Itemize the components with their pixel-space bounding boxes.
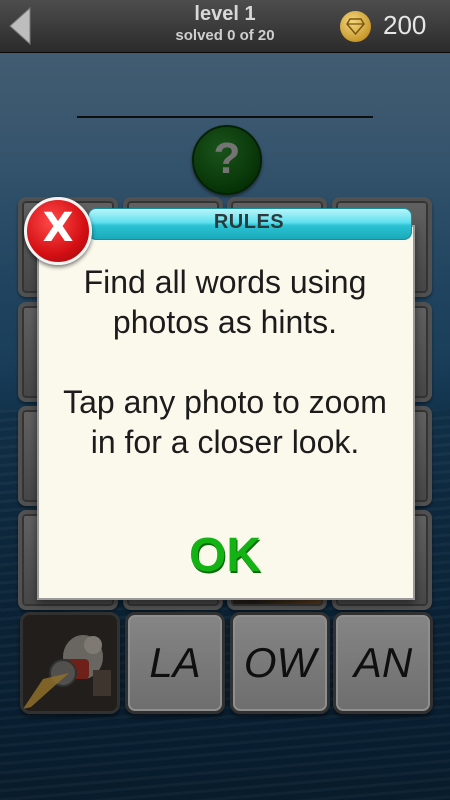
level-progress: solved 0 of 20: [175, 27, 275, 44]
rules-line-2: Tap any photo to zoom in for a closer lo…: [63, 384, 387, 460]
diamond-icon: [340, 11, 371, 42]
level-title: level 1: [194, 3, 256, 25]
close-icon: X: [42, 205, 74, 251]
close-button[interactable]: X: [24, 197, 92, 265]
rules-line-1: Find all words using photos as hints.: [83, 264, 367, 340]
top-bar: level 1 solved 0 of 20 200: [0, 0, 450, 53]
dialog-title: RULES: [213, 211, 285, 233]
ok-button[interactable]: OK: [170, 528, 280, 584]
coin-count: 200: [383, 10, 427, 40]
back-button[interactable]: [0, 0, 36, 52]
back-arrow-icon: [9, 6, 31, 46]
rules-text: Find all words using photos as hints. Ta…: [50, 262, 400, 462]
